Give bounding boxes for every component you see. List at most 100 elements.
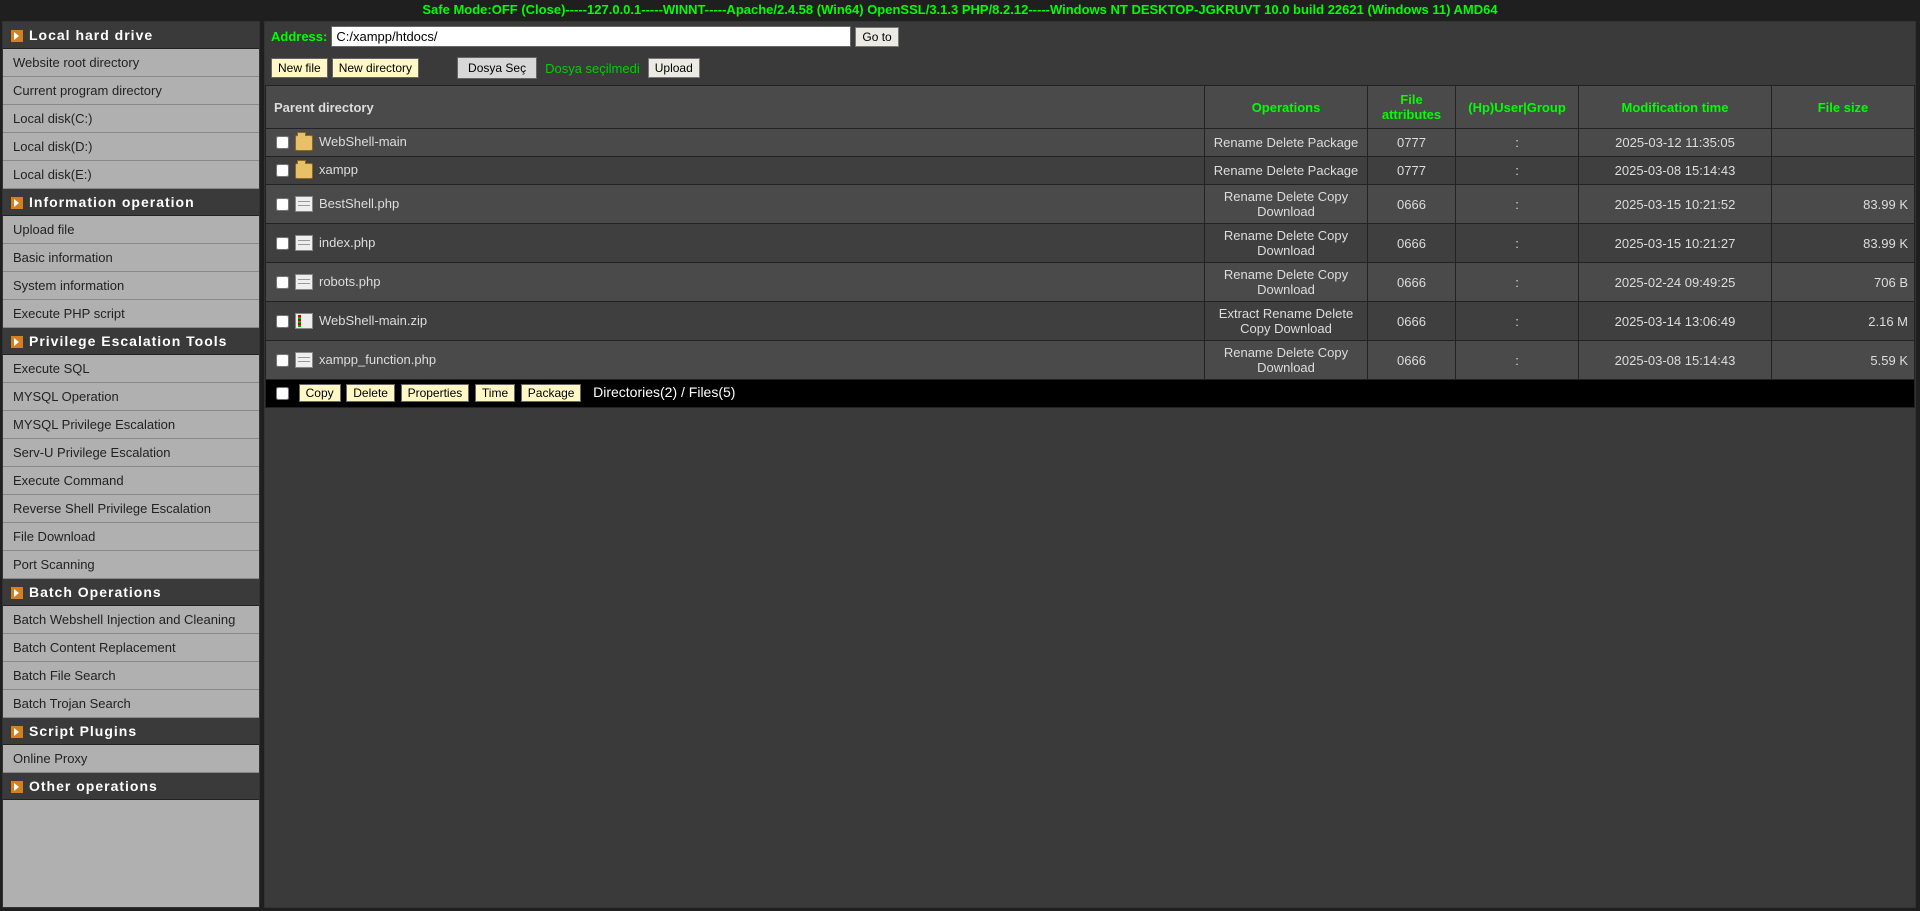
row-checkbox[interactable] bbox=[276, 198, 289, 211]
footer-delete-button[interactable]: Delete bbox=[346, 384, 395, 402]
sidebar-section-header[interactable]: Other operations bbox=[3, 773, 259, 800]
sidebar-item[interactable]: Execute PHP script bbox=[3, 300, 259, 328]
file-size: 706 B bbox=[1772, 263, 1915, 302]
footer-package-button[interactable]: Package bbox=[521, 384, 582, 402]
sidebar-item[interactable]: MYSQL Privilege Escalation bbox=[3, 411, 259, 439]
file-name[interactable]: WebShell-main bbox=[319, 134, 407, 149]
file-attributes: 0666 bbox=[1368, 302, 1456, 341]
op-delete[interactable]: Delete bbox=[1277, 228, 1318, 243]
sidebar-item[interactable]: Execute Command bbox=[3, 467, 259, 495]
upload-button[interactable]: Upload bbox=[648, 58, 700, 78]
op-rename[interactable]: Rename bbox=[1224, 267, 1277, 282]
op-download[interactable]: Download bbox=[1257, 243, 1315, 258]
sidebar-section-header[interactable]: Privilege Escalation Tools bbox=[3, 328, 259, 355]
sidebar-item[interactable]: Batch Content Replacement bbox=[3, 634, 259, 662]
file-size: 2.16 M bbox=[1772, 302, 1915, 341]
op-package[interactable]: Package bbox=[1308, 163, 1359, 178]
address-label: Address: bbox=[271, 29, 327, 44]
select-all-checkbox[interactable] bbox=[276, 387, 289, 400]
sidebar-item[interactable]: Batch Webshell Injection and Cleaning bbox=[3, 606, 259, 634]
op-copy[interactable]: Copy bbox=[1240, 321, 1274, 336]
row-checkbox[interactable] bbox=[276, 136, 289, 149]
sidebar-item[interactable]: Execute SQL bbox=[3, 355, 259, 383]
operations-cell: Rename Delete Copy Download bbox=[1205, 185, 1368, 224]
op-copy[interactable]: Copy bbox=[1318, 345, 1348, 360]
op-package[interactable]: Package bbox=[1308, 135, 1359, 150]
sidebar-section-header[interactable]: Script Plugins bbox=[3, 718, 259, 745]
op-delete[interactable]: Delete bbox=[1316, 306, 1354, 321]
file-listing-table: Parent directory Operations File attribu… bbox=[265, 85, 1915, 408]
operations-cell: Rename Delete Copy Download bbox=[1205, 341, 1368, 380]
safe-mode-banner: Safe Mode:OFF (Close)-----127.0.0.1-----… bbox=[0, 0, 1920, 19]
table-row: index.php Rename Delete Copy Download 066… bbox=[266, 224, 1915, 263]
sidebar-item[interactable]: File Download bbox=[3, 523, 259, 551]
table-row: xamppRename Delete Package 0777:2025-03-… bbox=[266, 157, 1915, 185]
go-to-button[interactable]: Go to bbox=[855, 27, 898, 47]
op-delete[interactable]: Delete bbox=[1266, 163, 1307, 178]
choose-file-button[interactable]: Dosya Seç bbox=[457, 57, 537, 79]
op-rename[interactable]: Rename bbox=[1224, 228, 1277, 243]
op-copy[interactable]: Copy bbox=[1318, 189, 1348, 204]
sidebar-section-header[interactable]: Information operation bbox=[3, 189, 259, 216]
sidebar-item[interactable]: Serv-U Privilege Escalation bbox=[3, 439, 259, 467]
op-delete[interactable]: Delete bbox=[1277, 345, 1318, 360]
file-name[interactable]: WebShell-main.zip bbox=[319, 312, 427, 327]
table-row: BestShell.php Rename Delete Copy Download… bbox=[266, 185, 1915, 224]
sidebar-item[interactable]: Port Scanning bbox=[3, 551, 259, 579]
sidebar-item[interactable]: Website root directory bbox=[3, 49, 259, 77]
col-parent-directory[interactable]: Parent directory bbox=[266, 86, 1205, 129]
op-copy[interactable]: Copy bbox=[1318, 228, 1348, 243]
sidebar-item[interactable]: MYSQL Operation bbox=[3, 383, 259, 411]
sidebar-item[interactable]: Basic information bbox=[3, 244, 259, 272]
op-rename[interactable]: Rename bbox=[1214, 135, 1267, 150]
footer-properties-button[interactable]: Properties bbox=[401, 384, 470, 402]
op-download[interactable]: Download bbox=[1274, 321, 1332, 336]
row-checkbox[interactable] bbox=[276, 164, 289, 177]
footer-copy-button[interactable]: Copy bbox=[299, 384, 341, 402]
new-directory-button[interactable]: New directory bbox=[332, 58, 419, 78]
op-delete[interactable]: Delete bbox=[1277, 189, 1318, 204]
op-extract[interactable]: Extract bbox=[1219, 306, 1263, 321]
sidebar-item[interactable]: Reverse Shell Privilege Escalation bbox=[3, 495, 259, 523]
op-download[interactable]: Download bbox=[1257, 282, 1315, 297]
sidebar-item[interactable]: Batch Trojan Search bbox=[3, 690, 259, 718]
sidebar-item[interactable]: Local disk(C:) bbox=[3, 105, 259, 133]
op-delete[interactable]: Delete bbox=[1277, 267, 1318, 282]
op-rename[interactable]: Rename bbox=[1224, 189, 1277, 204]
operations-cell: Rename Delete Copy Download bbox=[1205, 224, 1368, 263]
sidebar: Local hard driveWebsite root directoryCu… bbox=[2, 21, 260, 908]
file-icon bbox=[295, 235, 313, 251]
file-name[interactable]: index.php bbox=[319, 234, 375, 249]
sidebar-section-header[interactable]: Local hard drive bbox=[3, 22, 259, 49]
sidebar-item[interactable]: Local disk(D:) bbox=[3, 133, 259, 161]
op-rename[interactable]: Rename bbox=[1224, 345, 1277, 360]
row-checkbox[interactable] bbox=[276, 237, 289, 250]
footer-time-button[interactable]: Time bbox=[475, 384, 515, 402]
op-rename[interactable]: Rename bbox=[1214, 163, 1267, 178]
op-delete[interactable]: Delete bbox=[1266, 135, 1307, 150]
sidebar-item[interactable]: Upload file bbox=[3, 216, 259, 244]
file-attributes: 0666 bbox=[1368, 224, 1456, 263]
file-name[interactable]: BestShell.php bbox=[319, 195, 399, 210]
sidebar-item[interactable]: Online Proxy bbox=[3, 745, 259, 773]
op-download[interactable]: Download bbox=[1257, 360, 1315, 375]
row-checkbox[interactable] bbox=[276, 354, 289, 367]
file-name[interactable]: robots.php bbox=[319, 273, 380, 288]
op-download[interactable]: Download bbox=[1257, 204, 1315, 219]
sidebar-item[interactable]: Current program directory bbox=[3, 77, 259, 105]
sidebar-section-header[interactable]: Batch Operations bbox=[3, 579, 259, 606]
new-file-button[interactable]: New file bbox=[271, 58, 328, 78]
op-copy[interactable]: Copy bbox=[1318, 267, 1348, 282]
sidebar-item[interactable]: Batch File Search bbox=[3, 662, 259, 690]
row-checkbox[interactable] bbox=[276, 276, 289, 289]
sidebar-item[interactable]: Local disk(E:) bbox=[3, 161, 259, 189]
address-input[interactable] bbox=[331, 26, 851, 47]
file-name[interactable]: xampp bbox=[319, 162, 358, 177]
file-name[interactable]: xampp_function.php bbox=[319, 351, 436, 366]
table-row: WebShell-mainRename Delete Package 0777:… bbox=[266, 129, 1915, 157]
col-file-size: File size bbox=[1772, 86, 1915, 129]
row-checkbox[interactable] bbox=[276, 315, 289, 328]
section-arrow-icon bbox=[11, 336, 23, 348]
op-rename[interactable]: Rename bbox=[1263, 306, 1316, 321]
sidebar-item[interactable]: System information bbox=[3, 272, 259, 300]
